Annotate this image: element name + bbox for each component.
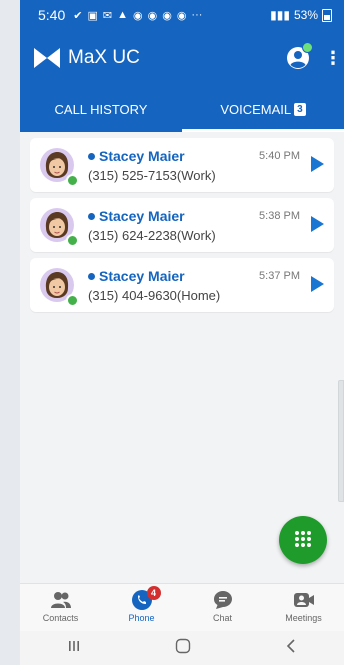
nav-label: Contacts [42, 613, 79, 623]
nav-label: Phone [128, 613, 155, 623]
nav-label: Chat [212, 613, 232, 623]
play-icon[interactable] [311, 276, 324, 292]
status-bar: 5:40 ✔ ▣ ✉ ▲ ◉ ◉ ◉ ◉ ··· ▮▮▮ 53% [20, 0, 344, 30]
meetings-icon [293, 590, 315, 610]
system-status: ▮▮▮ 53% [270, 8, 332, 22]
app-icon: ◉ [176, 9, 187, 22]
left-margin [0, 0, 20, 665]
voicemail-item[interactable]: Stacey Maier (315) 404-9630(Home) 5:37 P… [30, 258, 334, 312]
message-icon: ▣ [87, 9, 98, 22]
nav-chat[interactable]: Chat [182, 584, 263, 632]
bottom-nav: Contacts 4 Phone Chat Meetings [20, 583, 344, 632]
dialpad-icon [295, 531, 311, 547]
profile-button[interactable] [286, 42, 313, 70]
phone-screen: 5:40 ✔ ▣ ✉ ▲ ◉ ◉ ◉ ◉ ··· ▮▮▮ 53% MaX UC [20, 0, 344, 665]
tab-call-history[interactable]: CALL HISTORY [20, 86, 182, 132]
dialpad-button[interactable] [279, 516, 327, 564]
nav-label: Meetings [285, 613, 322, 623]
contact-number: (315) 404-9630(Home) [88, 288, 221, 303]
unread-dot [88, 272, 95, 280]
voicemail-list: Stacey Maier (315) 525-7153(Work) 5:40 P… [30, 138, 334, 318]
tab-bar: CALL HISTORY VOICEMAIL 3 [20, 86, 344, 132]
recent-apps-icon[interactable] [67, 639, 81, 658]
contact-name-row: Stacey Maier [88, 148, 185, 164]
contact-number: (315) 525-7153(Work) [88, 168, 216, 183]
tab-voicemail[interactable]: VOICEMAIL 3 [182, 86, 344, 132]
presence-indicator [66, 174, 79, 187]
app-icon: ◉ [147, 9, 158, 22]
home-icon[interactable] [175, 638, 191, 659]
nav-contacts[interactable]: Contacts [20, 584, 101, 632]
scroll-handle[interactable] [338, 380, 344, 502]
voicemail-time: 5:40 PM [259, 150, 300, 162]
notification-icons: ✔ ▣ ✉ ▲ ◉ ◉ ◉ ◉ ··· [73, 9, 202, 22]
warning-icon: ▲ [117, 8, 128, 21]
contact-name: Stacey Maier [99, 268, 185, 284]
contacts-icon [50, 590, 72, 610]
app-bar: MaX UC ⋮ [20, 30, 344, 86]
status-time: 5:40 [38, 7, 66, 23]
tab-label: VOICEMAIL [220, 101, 292, 117]
voicemail-time: 5:38 PM [259, 210, 300, 222]
voicemail-item[interactable]: Stacey Maier (315) 624-2238(Work) 5:38 P… [30, 198, 334, 252]
contact-name-row: Stacey Maier [88, 268, 185, 284]
voicemail-time: 5:37 PM [259, 270, 300, 282]
mail-icon: ✉ [102, 9, 113, 22]
battery-percent: 53% [293, 8, 318, 22]
chat-icon [213, 590, 233, 610]
unread-dot [88, 152, 95, 160]
play-icon[interactable] [311, 216, 324, 232]
missed-calls-badge: 4 [146, 586, 161, 600]
max-logo-icon [34, 48, 60, 68]
nav-meetings[interactable]: Meetings [263, 584, 344, 632]
unread-dot [88, 212, 95, 220]
presence-indicator [66, 234, 79, 247]
app-icon: ◉ [132, 9, 143, 22]
back-icon[interactable] [285, 638, 297, 659]
status-dot [302, 42, 313, 53]
presence-indicator [66, 294, 79, 307]
voicemail-count-badge: 3 [294, 102, 306, 116]
app-title: MaX UC [68, 47, 140, 68]
contact-name-row: Stacey Maier [88, 208, 185, 224]
check-icon: ✔ [73, 9, 83, 22]
voicemail-item[interactable]: Stacey Maier (315) 525-7153(Work) 5:40 P… [30, 138, 334, 192]
signal-icon: ▮▮▮ [270, 8, 290, 22]
play-icon[interactable] [311, 156, 324, 172]
tab-label: CALL HISTORY [54, 101, 148, 117]
nav-phone[interactable]: 4 Phone [101, 584, 182, 632]
contact-name: Stacey Maier [99, 208, 185, 224]
more-options-icon[interactable]: ⋮ [324, 48, 342, 69]
contact-number: (315) 624-2238(Work) [88, 228, 216, 243]
battery-icon [322, 8, 332, 22]
contact-name: Stacey Maier [99, 148, 185, 164]
more-icon: ··· [191, 8, 203, 21]
system-nav-bar [20, 631, 344, 665]
app-icon: ◉ [162, 9, 172, 22]
